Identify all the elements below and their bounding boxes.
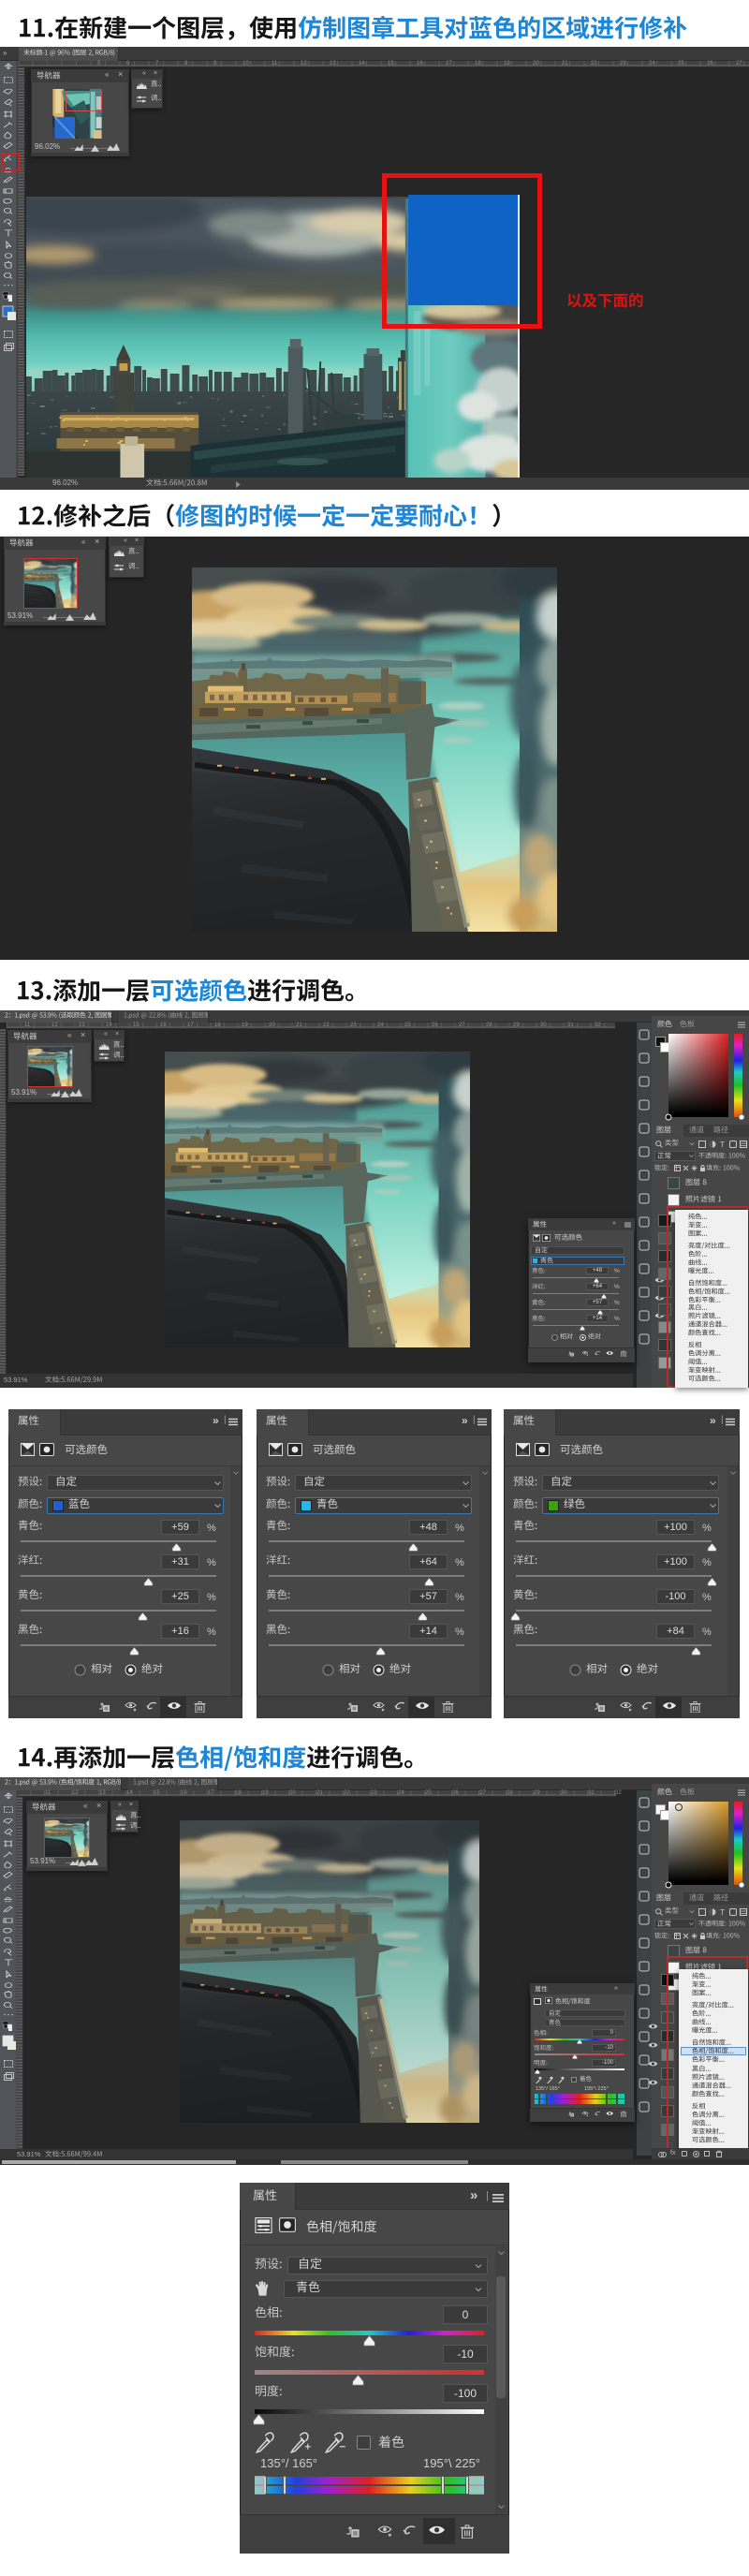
svg-text:T: T	[720, 1908, 725, 1916]
svg-text:T: T	[720, 1141, 725, 1148]
